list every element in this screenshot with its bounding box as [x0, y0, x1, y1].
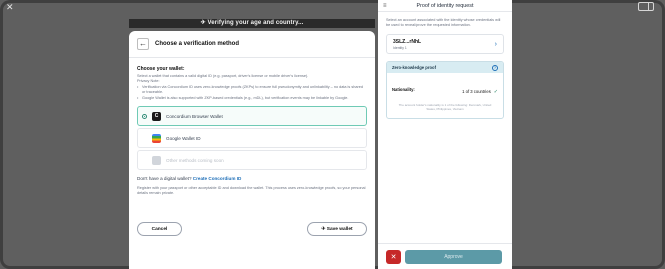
privacy-notes: Privacy Note: Verification via Concordiu… [137, 79, 367, 101]
choose-wallet-label: Choose your wallet: [137, 66, 185, 72]
account-name: 3SLZ...rNhL [393, 38, 422, 45]
nationality-value: 1 of 3 countries [462, 89, 491, 94]
dialog-title: Choose a verification method [155, 41, 240, 47]
privacy-note-google: Google Wallet is also supported with ZKP… [137, 96, 367, 102]
dialog-actions: Cancel ✈ Save wallet [137, 222, 367, 236]
account-identity: Identity 1 [393, 45, 407, 50]
wallet-option-coming-soon: Other methods coming soon [137, 150, 367, 171]
zkp-note: The account holder's nationality is 1 of… [398, 103, 492, 111]
reject-button[interactable]: ✕ [386, 250, 401, 264]
help-icon[interactable]: ? [492, 64, 498, 71]
back-arrow-icon[interactable]: ← [137, 38, 149, 50]
panel-header: ≡ Proof of identity request [378, 0, 512, 12]
no-wallet-prompt: Don't have a digital wallet? Create Conc… [137, 176, 367, 181]
dialog-header: ← Choose a verification method [129, 31, 375, 58]
wallet-name: Other methods coming soon [166, 157, 224, 163]
no-wallet-text: Don't have a digital wallet? [137, 176, 192, 182]
concordium-icon: C [152, 111, 161, 121]
wallet-extension-panel: ≡ Proof of identity request Select an ac… [378, 0, 512, 269]
chevron-right-icon: › [494, 40, 497, 48]
nationality-label: Nationality: [392, 86, 415, 92]
wallet-option-google[interactable]: Google Wallet ID [137, 128, 367, 149]
google-wallet-icon [152, 133, 161, 143]
check-icon: ✓ [493, 89, 498, 95]
cancel-button[interactable]: Cancel [137, 222, 182, 236]
wallet-name: Google Wallet ID [166, 135, 201, 141]
close-icon[interactable]: ✕ [6, 2, 14, 13]
account-selector[interactable]: 3SLZ...rNhL Identity 1 › [386, 34, 504, 54]
save-wallet-button[interactable]: ✈ Save wallet [307, 222, 367, 236]
wallet-name: Concordium Browser Wallet [166, 113, 223, 119]
register-info: Register with your passport or other acc… [137, 186, 366, 196]
sidebar-toggle-icon[interactable] [638, 2, 654, 11]
panel-description: Select an account associated with the id… [386, 18, 501, 27]
verifying-banner: ✈ Verifying your age and country... [129, 19, 375, 28]
verification-dialog: ← Choose a verification method Choose yo… [129, 31, 375, 269]
wallet-option-concordium[interactable]: C Concordium Browser Wallet [137, 106, 367, 127]
create-concordium-id-link[interactable]: Create Concordium ID [193, 176, 242, 181]
menu-icon[interactable]: ≡ [383, 3, 387, 9]
approve-button[interactable]: Approve [405, 250, 502, 264]
zkp-title: Zero-knowledge proof [392, 65, 436, 70]
panel-title: Proof of identity request [416, 2, 474, 9]
privacy-note-concordium: Verification via Concordium ID uses zero… [137, 85, 367, 96]
panel-actions: ✕ Approve [378, 243, 512, 269]
nationality-row: Nationality: 1 of 3 countries ✓ [387, 73, 503, 98]
dialog-body: Choose your wallet: Select a wallet that… [129, 58, 375, 197]
placeholder-icon [152, 155, 161, 165]
zkp-header: Zero-knowledge proof ? [387, 62, 503, 73]
zkp-card: Zero-knowledge proof ? Nationality: 1 of… [386, 61, 504, 119]
radio-selected-icon[interactable] [142, 113, 147, 119]
